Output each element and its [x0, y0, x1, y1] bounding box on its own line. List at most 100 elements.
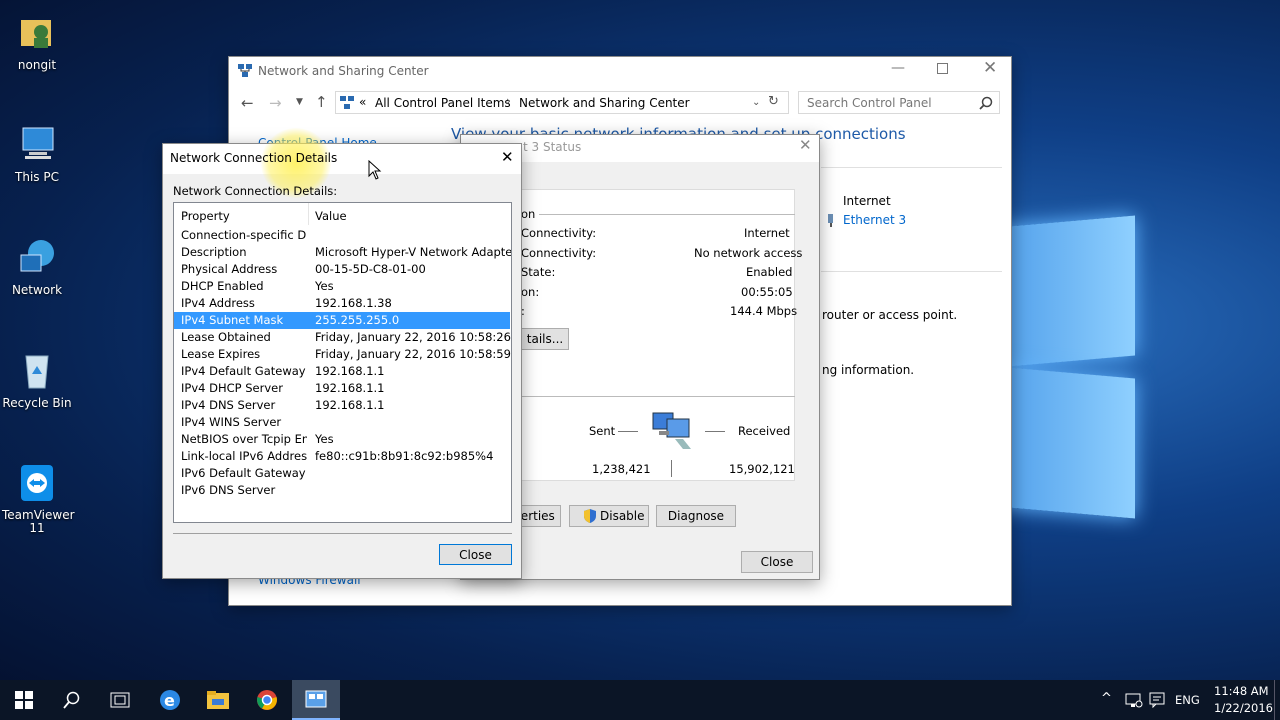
- show-desktop-button[interactable]: [1274, 680, 1275, 720]
- maximize-button[interactable]: [937, 63, 948, 74]
- table-row[interactable]: Description Microsoft Hyper-V Network Ada…: [174, 244, 512, 261]
- details-button[interactable]: tails...: [521, 328, 569, 350]
- network-connection-details-dialog[interactable]: Network Connection Details ✕ Network Con…: [162, 128, 522, 579]
- breadcrumb-network-sharing-center[interactable]: Network and Sharing Center: [519, 96, 690, 110]
- table-row[interactable]: IPv6 DNS Server: [174, 482, 510, 499]
- disable-button[interactable]: Disable: [569, 505, 649, 527]
- teamviewer-icon: [17, 463, 57, 503]
- value-cell: fe80::c91b:8b91:8c92:b985%4: [315, 449, 494, 463]
- desktop-icon-label: Recycle Bin: [2, 396, 72, 410]
- clock-time[interactable]: 11:48 AM: [1214, 684, 1269, 698]
- minimize-button[interactable]: —: [891, 60, 905, 78]
- media-state-label: State:: [521, 265, 556, 279]
- details-list-view[interactable]: Property Value Connection-specific DN...…: [173, 202, 512, 523]
- table-row[interactable]: DHCP Enabled Yes: [174, 278, 510, 295]
- dialog-title: Network Connection Details: [170, 151, 338, 165]
- table-row[interactable]: NetBIOS over Tcpip En... Yes: [174, 431, 510, 448]
- ipv6-connectivity-value: No network access: [694, 246, 803, 260]
- language-indicator[interactable]: ENG: [1175, 693, 1200, 707]
- task-view-button[interactable]: [96, 680, 144, 720]
- search-icon[interactable]: [979, 96, 993, 110]
- refresh-icon[interactable]: ↻: [768, 94, 779, 109]
- table-row[interactable]: IPv4 Default Gateway 192.168.1.1: [174, 363, 510, 380]
- desktop-icon-teamviewer[interactable]: TeamViewer 11: [2, 463, 75, 535]
- action-center-icon[interactable]: [1149, 692, 1165, 708]
- table-row[interactable]: Connection-specific DN...: [174, 227, 510, 244]
- table-row[interactable]: IPv4 WINS Server: [174, 414, 510, 431]
- table-row[interactable]: Physical Address 00-15-5D-C8-01-00: [174, 261, 510, 278]
- breadcrumb-overflow[interactable]: «: [359, 95, 366, 109]
- ipv6-connectivity-label: Connectivity:: [521, 246, 597, 260]
- start-button[interactable]: [0, 680, 48, 720]
- divider: [539, 214, 795, 215]
- recent-locations-dropdown[interactable]: ▼: [296, 97, 303, 107]
- show-hidden-icons-chevron-up-icon[interactable]: ^: [1101, 691, 1112, 706]
- table-row[interactable]: IPv6 Default Gateway: [174, 465, 510, 482]
- desktop-icon-recycle-bin[interactable]: Recycle Bin: [2, 350, 72, 410]
- value-cell: 192.168.1.1: [315, 398, 385, 412]
- info-text: ng information.: [822, 363, 915, 377]
- desktop-icon-network[interactable]: Network: [2, 237, 72, 297]
- chrome-taskbar-button[interactable]: [243, 680, 291, 720]
- forward-button[interactable]: →: [269, 94, 282, 112]
- close-dialog-button[interactable]: ✕: [501, 148, 514, 166]
- ethernet-icon: [828, 214, 833, 227]
- bytes-sent-value: 1,238,421: [592, 462, 651, 476]
- back-button[interactable]: ←: [241, 94, 254, 112]
- disable-label: Disable: [600, 509, 645, 523]
- divider: [821, 167, 1002, 168]
- table-row[interactable]: Lease Expires Friday, January 22, 2016 10…: [174, 346, 512, 363]
- search-taskbar-button[interactable]: [48, 680, 96, 720]
- value-cell: Yes: [315, 279, 334, 293]
- value-cell: 192.168.1.1: [315, 364, 385, 378]
- duration-label: on:: [521, 285, 540, 299]
- network-tray-icon[interactable]: [1125, 692, 1143, 708]
- window-title: Network and Sharing Center: [258, 64, 429, 78]
- router-text: router or access point.: [822, 308, 958, 322]
- clock-date[interactable]: 1/22/2016: [1214, 701, 1273, 715]
- search-box[interactable]: Search Control Panel: [798, 91, 1000, 114]
- column-divider[interactable]: [308, 203, 309, 225]
- desktop-icon-label: This PC: [15, 170, 59, 184]
- table-row[interactable]: IPv4 DHCP Server 192.168.1.1: [174, 380, 510, 397]
- value-cell: 00-15-5D-C8-01-00: [315, 262, 426, 276]
- value-cell: Friday, January 22, 2016 10:58:59 PM: [315, 347, 512, 361]
- column-header-property[interactable]: Property: [181, 209, 230, 223]
- table-row[interactable]: Lease Obtained Friday, January 22, 2016 1…: [174, 329, 512, 346]
- table-row[interactable]: Link-local IPv6 Address fe80::c91b:8b91:8…: [174, 448, 510, 465]
- status-close-button[interactable]: Close: [741, 551, 813, 573]
- property-cell: IPv4 Subnet Mask: [181, 313, 284, 327]
- value-cell: Microsoft Hyper-V Network Adapter: [315, 245, 512, 259]
- property-cell: IPv4 WINS Server: [181, 415, 282, 429]
- search-input[interactable]: Search Control Panel: [807, 96, 932, 110]
- file-explorer-taskbar-button[interactable]: [194, 680, 242, 720]
- dialog-close-button[interactable]: Close: [439, 544, 512, 565]
- edge-taskbar-button[interactable]: e: [146, 680, 194, 720]
- network-center-icon: [305, 690, 327, 708]
- address-bar[interactable]: « All Control Panel Items › Network and …: [335, 91, 789, 114]
- divider: [821, 271, 1002, 272]
- status-window-title: t 3 Status: [523, 140, 582, 154]
- table-row[interactable]: IPv4 DNS Server 192.168.1.1: [174, 397, 510, 414]
- property-cell: Link-local IPv6 Address: [181, 449, 307, 463]
- value-cell: 192.168.1.38: [315, 296, 392, 310]
- close-window-button[interactable]: ✕: [983, 58, 997, 78]
- control-panel-taskbar-button[interactable]: [292, 680, 340, 720]
- breadcrumb-all-control-panel-items[interactable]: All Control Panel Items: [375, 96, 511, 110]
- close-status-button[interactable]: ✕: [799, 136, 812, 154]
- value-cell: 255.255.255.0: [315, 313, 400, 327]
- svg-text:e: e: [164, 691, 175, 710]
- shield-icon: [584, 509, 596, 523]
- column-header-value[interactable]: Value: [315, 209, 347, 223]
- chevron-down-icon[interactable]: ⌄: [752, 97, 760, 108]
- desktop-icon-nongit[interactable]: nongit: [2, 12, 72, 72]
- up-button[interactable]: ↑: [315, 93, 328, 111]
- desktop-icon-this-pc[interactable]: This PC: [2, 124, 72, 184]
- ethernet-3-link[interactable]: Ethernet 3: [843, 213, 906, 227]
- diagnose-button[interactable]: Diagnose: [656, 505, 736, 527]
- table-row[interactable]: IPv4 Address 192.168.1.38: [174, 295, 510, 312]
- value-cell: Friday, January 22, 2016 10:58:26 AM: [315, 330, 512, 344]
- task-view-icon: [110, 692, 130, 708]
- table-row[interactable]: IPv4 Subnet Mask 255.255.255.0: [174, 312, 510, 329]
- property-cell: IPv4 DNS Server: [181, 398, 276, 412]
